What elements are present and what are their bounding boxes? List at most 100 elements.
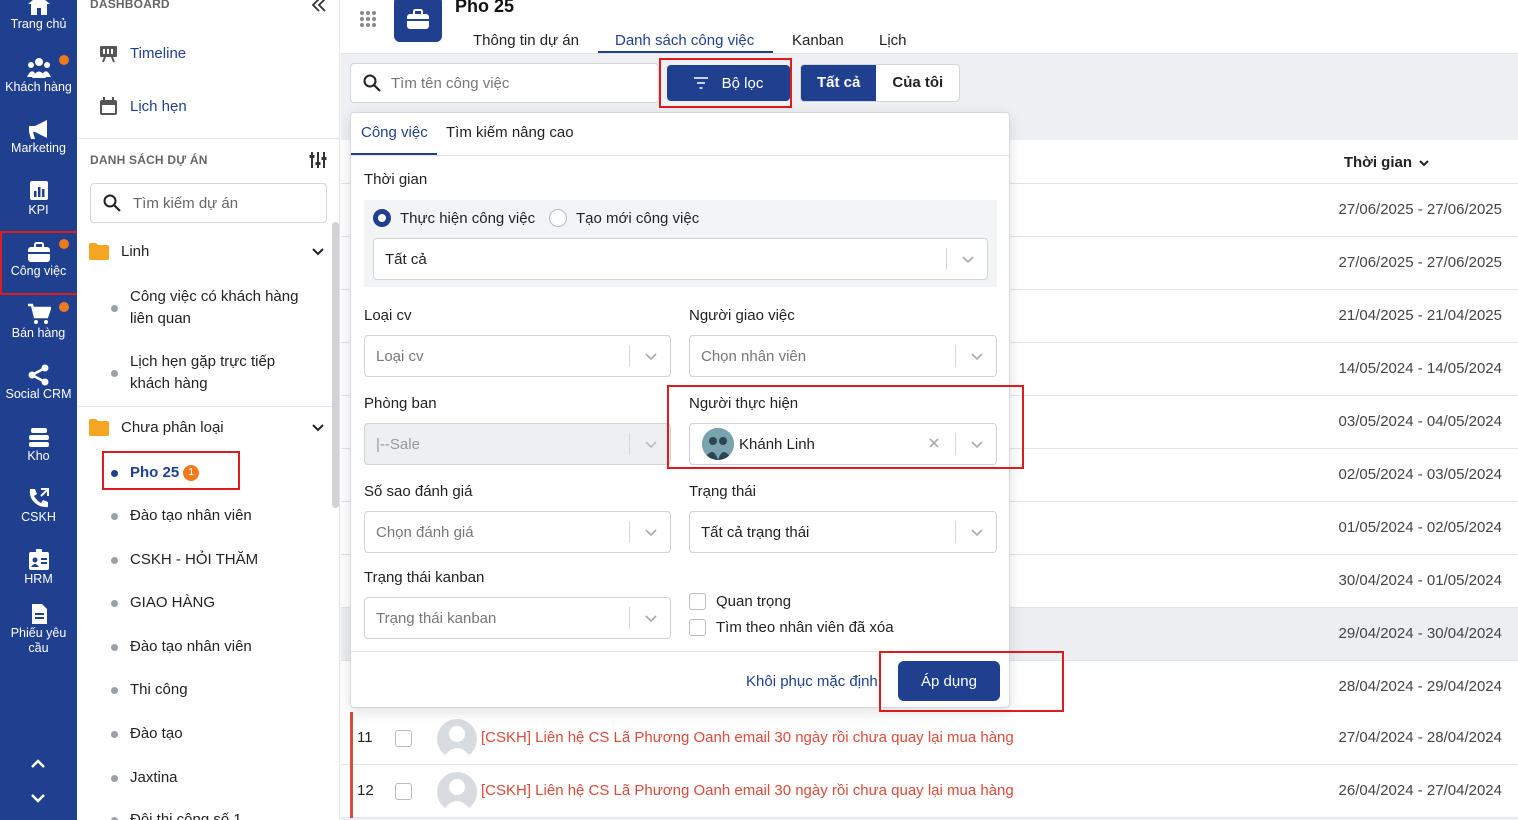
nav-hrm[interactable]: HRM (0, 549, 77, 586)
project-item[interactable]: Thi công (111, 679, 311, 701)
task-search-input[interactable]: Tìm tên công việc (350, 63, 659, 103)
megaphone-icon (28, 120, 47, 139)
appointments-link[interactable]: Lịch hẹn (99, 97, 187, 116)
page-title: Pho 25 (455, 0, 515, 16)
table-row[interactable]: 12 [CSKH] Liên hệ CS Lã Phương Oanh emai… (341, 765, 1518, 818)
status-select[interactable]: Tất cả trạng thái (689, 511, 997, 553)
chevron-down-icon (645, 529, 657, 537)
project-header: Pho 25 Thông tin dự án Danh sách công vi… (341, 0, 1518, 54)
chevron-down-icon (962, 256, 974, 264)
status-label: Trạng thái (689, 483, 756, 500)
highlight-box (667, 385, 1024, 469)
time-column-header[interactable]: Thời gian (1344, 154, 1430, 171)
tab-task-list[interactable]: Danh sách công việc (615, 32, 754, 49)
share-icon (28, 364, 48, 386)
home-icon (27, 0, 50, 15)
tab-calendar[interactable]: Lịch (879, 32, 907, 49)
highlight-box (879, 651, 1064, 712)
kanban-status-select[interactable]: Trạng thái kanban (364, 597, 671, 639)
important-checkbox[interactable]: Quan trọng (689, 593, 791, 610)
project-item[interactable]: Đào tạo nhân viên (111, 505, 311, 527)
nav-home[interactable]: Trang chủ (0, 0, 77, 31)
chevron-down-icon (971, 353, 983, 361)
settings-sliders-icon[interactable] (308, 151, 328, 169)
time-range-select[interactable]: Tất cả (373, 238, 988, 280)
toggle-all[interactable]: Tất cả (801, 65, 877, 101)
time-label: Thời gian (364, 171, 428, 188)
avatar (437, 772, 477, 812)
restore-defaults-button[interactable]: Khôi phục mặc định (746, 673, 878, 690)
tab-filter-advanced[interactable]: Tìm kiếm nâng cao (446, 124, 574, 141)
overdue-indicator (350, 765, 353, 818)
divider (77, 406, 339, 407)
rating-label: Số sao đánh giá (364, 483, 473, 500)
timeline-link[interactable]: Timeline (99, 44, 186, 63)
chevron-down-icon (645, 441, 657, 449)
folder-uncategorized[interactable]: Chưa phân loại (89, 419, 325, 436)
project-item[interactable]: Đào tạo (111, 723, 311, 745)
phone-icon (29, 488, 49, 508)
chevron-down-icon[interactable] (311, 245, 325, 259)
folder-linh[interactable]: Linh (89, 243, 325, 260)
project-item[interactable]: Đội thi công số 1 (111, 809, 311, 820)
timeline-icon (100, 46, 117, 63)
warehouse-icon (28, 428, 49, 447)
nav-requests[interactable]: Phiếu yêu cầu (0, 603, 77, 656)
overdue-indicator (350, 712, 353, 765)
tab-filter-work[interactable]: Công việc (361, 124, 428, 141)
dashboard-heading: DASHBOARD (90, 0, 170, 11)
deleted-staff-checkbox[interactable]: Tìm theo nhân viên đã xóa (689, 619, 894, 636)
left-nav: Trang chủ Khách hàng Marketing KPI Công … (0, 0, 87, 820)
department-select: |--Sale (364, 423, 671, 465)
apps-grid-icon[interactable] (359, 10, 377, 28)
toggle-mine[interactable]: Của tôi (876, 65, 959, 101)
nav-customer-care[interactable]: CSKH (0, 487, 77, 524)
table-row[interactable]: 11 [CSKH] Liên hệ CS Lã Phương Oanh emai… (341, 712, 1518, 765)
avatar (437, 719, 477, 759)
briefcase-icon (407, 9, 429, 29)
project-item[interactable]: CSKH - HỎI THĂM (111, 549, 311, 571)
project-search-input[interactable]: Tìm kiếm dự án (90, 183, 327, 223)
active-tab-indicator (598, 51, 773, 53)
chevron-up-icon[interactable] (28, 754, 48, 774)
task-title-link[interactable]: [CSKH] Liên hệ CS Lã Phương Oanh email 3… (481, 729, 1014, 746)
main-area: Pho 25 Thông tin dự án Danh sách công vi… (341, 0, 1518, 820)
nav-warehouse[interactable]: Kho (0, 426, 77, 463)
project-item[interactable]: Đào tạo nhân viên (111, 636, 311, 658)
tab-project-info[interactable]: Thông tin dự án (473, 32, 579, 49)
project-item[interactable]: Lịch hẹn gặp trực tiếp khách hàng (111, 351, 311, 395)
nav-social-crm[interactable]: Social CRM (0, 364, 77, 401)
project-sidebar: DASHBOARD Timeline Lịch hẹn DANH SÁCH DỰ… (77, 0, 340, 820)
calendar-icon (100, 97, 117, 115)
kanban-status-label: Trạng thái kanban (364, 569, 485, 586)
chevron-down-icon[interactable] (311, 421, 325, 435)
ownership-toggle: Tất cả Của tôi (800, 64, 961, 102)
row-checkbox[interactable] (395, 783, 412, 800)
project-item[interactable]: Công việc có khách hàng liên quan (111, 286, 311, 330)
radio-create-task[interactable]: Tạo mới công việc (549, 209, 699, 227)
tab-kanban[interactable]: Kanban (792, 32, 844, 49)
rating-select[interactable]: Chọn đánh giá (364, 511, 671, 553)
search-icon (363, 74, 381, 92)
nav-kpi[interactable]: KPI (0, 180, 77, 217)
projects-heading: DANH SÁCH DỰ ÁN (90, 153, 208, 167)
task-type-select[interactable]: Loại cv (364, 335, 671, 377)
row-checkbox[interactable] (395, 730, 412, 747)
customers-icon (26, 58, 51, 78)
task-title-link[interactable]: [CSKH] Liên hệ CS Lã Phương Oanh email 3… (481, 782, 1014, 799)
nav-marketing[interactable]: Marketing (0, 118, 77, 155)
chevron-down-icon[interactable] (28, 788, 48, 808)
notification-dot (59, 302, 69, 312)
chevron-down-icon (645, 615, 657, 623)
assigner-select[interactable]: Chọn nhân viên (689, 335, 997, 377)
assigner-label: Người giao việc (689, 307, 795, 324)
chevron-down-icon (645, 353, 657, 361)
sidebar-scrollbar[interactable] (332, 222, 339, 508)
project-item[interactable]: GIAO HÀNG (111, 592, 311, 614)
radio-do-task[interactable]: Thực hiện công việc (373, 209, 535, 227)
collapse-sidebar-icon[interactable] (311, 0, 327, 12)
chevron-down-icon (971, 529, 983, 537)
project-icon (394, 0, 442, 42)
folder-icon (89, 419, 109, 436)
project-item[interactable]: Jaxtina (111, 767, 311, 789)
